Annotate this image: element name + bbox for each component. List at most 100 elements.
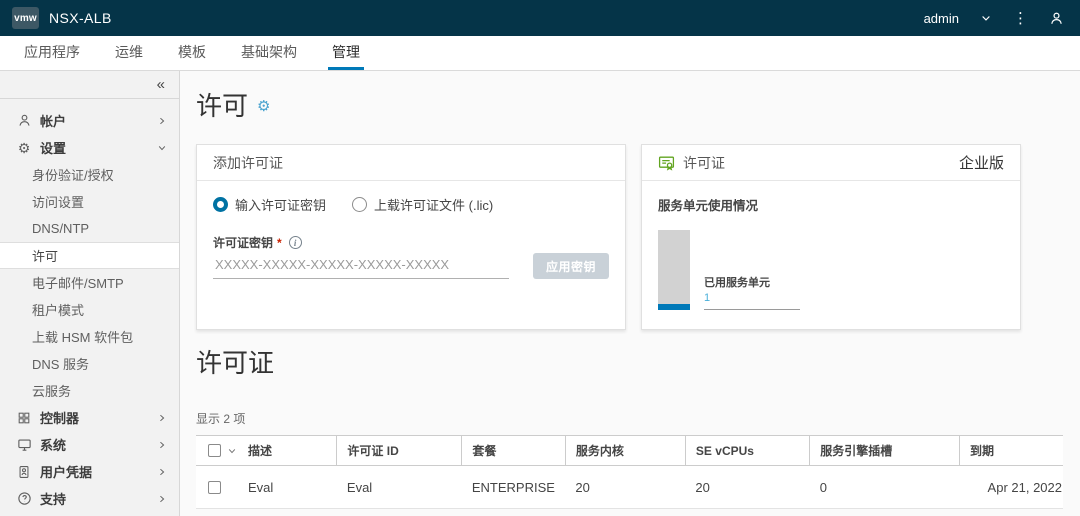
sidebar-item-access-settings[interactable]: 访问设置 bbox=[0, 188, 179, 215]
add-license-card-body: 输入许可证密钥 上载许可证文件 (.lic) 许可证密钥* i 应用密钥 bbox=[197, 181, 625, 279]
main-content: 许可 ⚙ 添加许可证 输入许可证密钥 上载许可证文件 (.lic) 许可证密钥 … bbox=[180, 71, 1080, 516]
add-license-card-header: 添加许可证 bbox=[197, 145, 625, 181]
used-service-units-stat: 已用服务单元 1 bbox=[704, 274, 800, 310]
sidebar-item-dns-service[interactable]: DNS 服务 bbox=[0, 350, 179, 377]
column-header-service-cores[interactable]: 服务内核 bbox=[564, 435, 686, 466]
sidebar-item-licensing[interactable]: 许可 bbox=[0, 242, 179, 269]
cell-description: Eval bbox=[247, 479, 274, 495]
page-title-row: 许可 ⚙ bbox=[196, 89, 1063, 123]
kebab-menu-icon[interactable]: ⋮ bbox=[1013, 11, 1028, 26]
licenses-section-title: 许可证 bbox=[196, 348, 275, 378]
sidebar-item-cloud-services[interactable]: 云服务 bbox=[0, 377, 179, 404]
tab-operations[interactable]: 运维 bbox=[111, 36, 147, 70]
sidebar-item-email-smtp[interactable]: 电子邮件/SMTP bbox=[0, 269, 179, 296]
cell-se-slots: 0 bbox=[819, 479, 827, 495]
used-service-units-value: 1 bbox=[704, 292, 711, 304]
chevron-right-icon bbox=[157, 440, 167, 450]
chevron-right-icon bbox=[157, 116, 167, 126]
column-header-expiry[interactable]: 到期 bbox=[959, 435, 1063, 466]
sidebar-item-settings[interactable]: ⚙ 设置 bbox=[0, 134, 179, 161]
usage-bar bbox=[658, 230, 690, 310]
table-header-row: 描述 许可证 ID 套餐 服务内核 SE vCPUs 服务引擎插槽 到期 bbox=[196, 435, 1063, 466]
tab-templates[interactable]: 模板 bbox=[174, 36, 210, 70]
licenses-table: 描述 许可证 ID 套餐 服务内核 SE vCPUs 服务引擎插槽 到期 Eva… bbox=[196, 435, 1063, 509]
support-icon bbox=[16, 491, 32, 507]
license-key-input[interactable] bbox=[213, 253, 509, 279]
sidebar-item-controller[interactable]: 控制器 bbox=[0, 404, 179, 431]
collapse-icon: « bbox=[156, 76, 165, 93]
sidebar: « 帐户 ⚙ 设置 身份验证/授权 访问设置 DNS/NTP 许可 电子邮件/S… bbox=[0, 71, 180, 516]
info-icon[interactable]: i bbox=[288, 236, 302, 249]
license-key-label-row: 许可证密钥 * i bbox=[213, 234, 609, 251]
sidebar-item-dns-ntp[interactable]: DNS/NTP bbox=[0, 215, 179, 242]
tab-administration[interactable]: 管理 bbox=[328, 36, 364, 70]
license-input-mode-radios: 输入许可证密钥 上载许可证文件 (.lic) bbox=[213, 195, 609, 214]
column-header-se-slots[interactable]: 服务引擎插槽 bbox=[809, 435, 960, 466]
column-header-license-id[interactable]: 许可证 ID bbox=[336, 435, 462, 466]
license-summary-card: 许可证 企业版 服务单元使用情况 已用服务单元 1 bbox=[641, 144, 1021, 330]
license-summary-body: 服务单元使用情况 已用服务单元 1 bbox=[642, 181, 1020, 310]
sidebar-collapse[interactable]: « bbox=[0, 71, 179, 99]
sidebar-item-tenant-mode[interactable]: 租户模式 bbox=[0, 296, 179, 323]
radio-selected-icon bbox=[213, 197, 228, 212]
topbar-right: admin ⋮ bbox=[924, 11, 1064, 26]
sidebar-item-upload-hsm[interactable]: 上载 HSM 软件包 bbox=[0, 323, 179, 350]
license-summary-header: 许可证 企业版 bbox=[642, 145, 1020, 181]
licensing-settings-gear-icon[interactable]: ⚙ bbox=[257, 99, 270, 114]
vmware-logo[interactable]: vmw bbox=[12, 7, 39, 29]
primary-nav: 应用程序 运维 模板 基础架构 管理 bbox=[0, 36, 1080, 71]
product-name: NSX-ALB bbox=[49, 10, 112, 26]
cell-se-vcpus: 20 bbox=[695, 479, 710, 495]
controller-icon bbox=[16, 410, 32, 426]
chevron-down-icon[interactable] bbox=[980, 12, 992, 24]
cards-row: 添加许可证 输入许可证密钥 上载许可证文件 (.lic) 许可证密钥 * i X… bbox=[196, 144, 1063, 330]
sidebar-item-label: 设置 bbox=[40, 141, 67, 156]
cell-service-cores: 20 bbox=[575, 479, 590, 495]
column-header-se-vcpus[interactable]: SE vCPUs bbox=[684, 435, 810, 466]
row-checkbox[interactable] bbox=[208, 480, 221, 494]
service-units-usage-title: 服务单元使用情况 bbox=[658, 199, 759, 213]
credentials-icon bbox=[16, 464, 32, 480]
user-icon[interactable] bbox=[1049, 11, 1064, 26]
cell-expiry: Apr 21, 2022 bbox=[987, 479, 1062, 495]
sidebar-item-support[interactable]: 支持 bbox=[0, 485, 179, 512]
column-header-tier[interactable]: 套餐 bbox=[461, 435, 566, 466]
sidebar-item-authentication[interactable]: 身份验证/授权 bbox=[0, 161, 179, 188]
license-certificate-icon bbox=[658, 154, 675, 171]
apply-key-button[interactable]: 应用密钥 bbox=[532, 253, 609, 279]
select-all-checkbox[interactable] bbox=[208, 444, 221, 457]
radio-enter-license-key[interactable]: 输入许可证密钥 bbox=[213, 195, 326, 214]
used-service-units-label: 已用服务单元 bbox=[704, 277, 770, 289]
table-row[interactable]: Eval Eval ENTERPRISE 20 20 0 Apr 21, 202… bbox=[196, 465, 1063, 509]
service-units-bar-chart: 已用服务单元 1 bbox=[658, 230, 1004, 310]
sidebar-nav: 帐户 ⚙ 设置 身份验证/授权 访问设置 DNS/NTP 许可 电子邮件/SMT… bbox=[0, 99, 179, 512]
radio-label: 输入许可证密钥 bbox=[235, 198, 327, 213]
sidebar-item-system[interactable]: 系统 bbox=[0, 431, 179, 458]
usage-bar-used-segment bbox=[658, 304, 690, 310]
license-key-input-row: 应用密钥 bbox=[213, 253, 609, 279]
add-license-card: 添加许可证 输入许可证密钥 上载许可证文件 (.lic) 许可证密钥 * i X… bbox=[196, 144, 626, 330]
username: admin bbox=[923, 10, 959, 26]
sidebar-item-user-credentials[interactable]: 用户凭据 bbox=[0, 458, 179, 485]
cell-tier: ENTERPRISE bbox=[471, 479, 555, 495]
chevron-right-icon bbox=[157, 494, 167, 504]
gear-icon: ⚙ bbox=[17, 139, 31, 156]
row-select-cell bbox=[196, 466, 238, 509]
tab-applications[interactable]: 应用程序 bbox=[20, 36, 84, 70]
page-title: 许可 bbox=[196, 91, 249, 121]
column-header-description[interactable]: 描述 bbox=[238, 436, 337, 466]
add-license-card-title: 添加许可证 bbox=[213, 154, 283, 171]
chevron-down-icon[interactable] bbox=[227, 446, 237, 456]
sidebar-item-accounts[interactable]: 帐户 bbox=[0, 107, 179, 134]
select-all-header bbox=[196, 436, 238, 466]
tab-infrastructure[interactable]: 基础架构 bbox=[237, 36, 301, 70]
license-key-label: 许可证密钥 bbox=[213, 236, 274, 250]
license-tier-badge: 企业版 bbox=[958, 155, 1004, 172]
items-count: 显示 2 项 bbox=[196, 412, 246, 426]
chevron-right-icon bbox=[157, 467, 167, 477]
radio-unselected-icon bbox=[352, 197, 368, 212]
chevron-down-icon bbox=[157, 143, 167, 153]
radio-label: 上载许可证文件 (.lic) bbox=[374, 198, 494, 213]
radio-upload-license-file[interactable]: 上载许可证文件 (.lic) bbox=[352, 195, 493, 214]
topbar: vmw NSX-ALB admin ⋮ bbox=[0, 0, 1080, 36]
